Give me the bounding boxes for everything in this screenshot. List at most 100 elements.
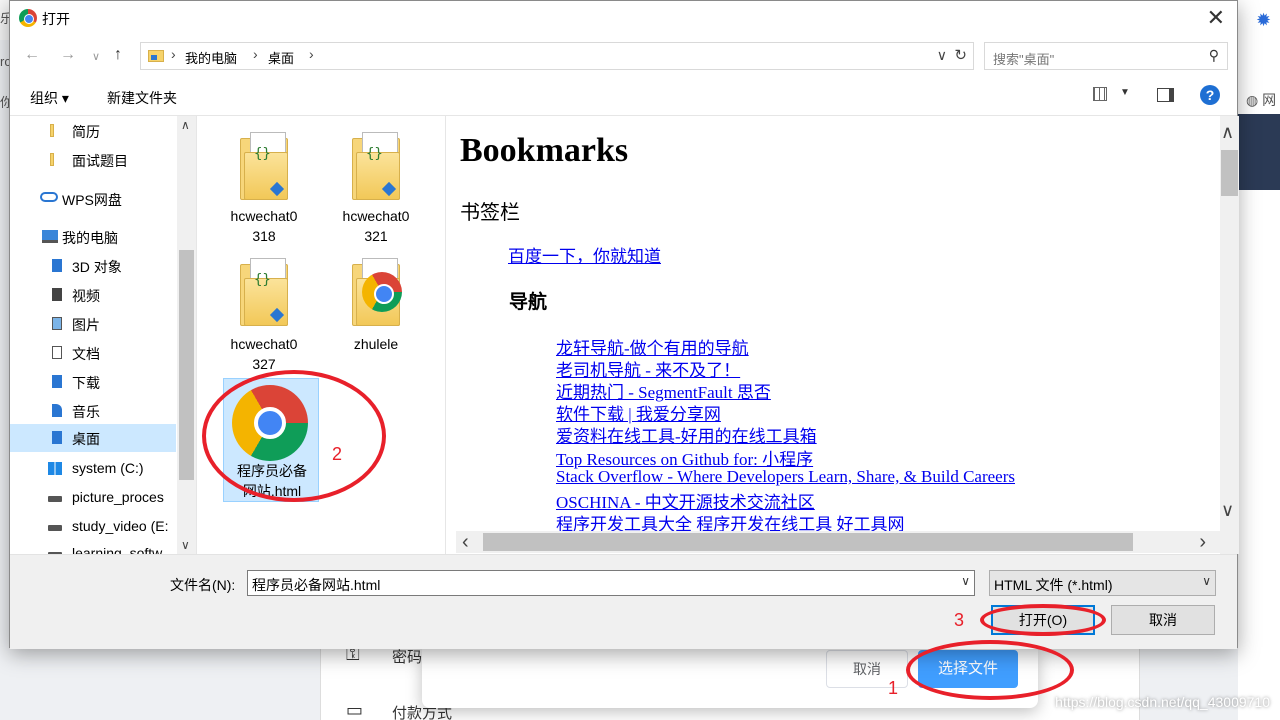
folder-icon — [50, 153, 54, 166]
drive-icon — [48, 496, 62, 502]
nav-item-music[interactable]: 音乐 — [10, 397, 176, 425]
filename-input[interactable]: 程序员必备网站.html ∨ — [247, 570, 975, 596]
chevron-down-icon[interactable]: ∨ — [961, 574, 970, 588]
nav-item-label: 面试题目 — [72, 153, 128, 169]
dialog-titlebar[interactable]: 打开 ✕ — [10, 1, 1237, 35]
search-input[interactable]: 搜索"桌面" ⚲ — [984, 42, 1228, 70]
nav-item-drive-picture[interactable]: picture_proces — [10, 484, 176, 512]
nav-item-drive-c[interactable]: system (C:) — [10, 455, 176, 483]
nav-item-label: learning_softw — [72, 545, 163, 554]
filetype-select[interactable]: HTML 文件 (*.html) ∨ — [989, 570, 1216, 596]
gear-icon[interactable]: ✹ — [1256, 10, 1271, 31]
preview-section-title: 书签栏 — [460, 202, 520, 224]
preview-heading: Bookmarks — [460, 132, 629, 169]
file-item[interactable]: {} hcwechat0 318 — [216, 132, 312, 250]
cancel-button[interactable]: 取消 — [1111, 605, 1215, 635]
nav-item-drive-learning[interactable]: learning_softw — [10, 540, 176, 554]
video-icon — [52, 288, 62, 301]
chevron-down-icon[interactable]: ∨ — [937, 47, 947, 64]
preview-subsection-title: 导航 — [509, 292, 548, 313]
scrollbar-thumb[interactable] — [179, 250, 194, 480]
preview-link[interactable]: 百度一下，你就知道 — [508, 242, 661, 267]
preview-link[interactable]: 爱资料在线工具-好用的在线工具箱 — [556, 422, 817, 447]
back-arrow-icon[interactable]: ← — [24, 46, 40, 64]
preview-link[interactable]: Stack Overflow - Where Developers Learn,… — [556, 467, 1015, 487]
breadcrumb-desktop[interactable]: 桌面 — [268, 48, 294, 67]
nav-item-pictures[interactable]: 图片 — [10, 310, 176, 338]
caret-down-icon[interactable]: ▼ — [1120, 87, 1130, 98]
nav-item-downloads[interactable]: 下载 — [10, 368, 176, 396]
filetype-value: HTML 文件 (*.html) — [994, 577, 1113, 593]
up-arrow-icon[interactable]: ↑ — [114, 46, 122, 64]
card-icon: ▭ — [346, 700, 364, 720]
search-icon[interactable]: ⚲ — [1209, 47, 1219, 64]
filename-value: 程序员必备网站.html — [252, 577, 381, 593]
nav-item-drive-study[interactable]: study_video (E: — [10, 513, 176, 541]
annotation-number: 3 — [954, 610, 965, 630]
annotation-number: 1 — [888, 678, 899, 698]
chevron-left-icon[interactable]: ‹ — [462, 531, 469, 554]
help-icon[interactable]: ? — [1200, 85, 1220, 105]
toolbar: 组织 ▾ 新建文件夹 ▼ ? — [10, 79, 1237, 113]
filename-label: 文件名(N): — [170, 577, 236, 593]
file-item[interactable]: {} hcwechat0 327 — [216, 258, 312, 376]
address-bar[interactable]: › 我的电脑 › 桌面 › ∨ ↻ — [140, 42, 974, 70]
navigation-row: ← → ∨ ↑ › 我的电脑 › 桌面 › ∨ ↻ 搜索"桌面" ⚲ — [10, 39, 1237, 73]
nav-item-video[interactable]: 视频 — [10, 281, 176, 309]
search-placeholder: 搜索"桌面" — [993, 52, 1055, 67]
chevron-up-icon[interactable]: ∧ — [181, 118, 190, 132]
close-icon[interactable]: ✕ — [1207, 5, 1225, 31]
chevron-down-icon[interactable]: ∨ — [1202, 574, 1211, 588]
forward-arrow-icon[interactable]: → — [60, 46, 76, 64]
nav-item-label: 我的电脑 — [62, 230, 118, 246]
chevron-up-icon[interactable]: ∧ — [1221, 122, 1234, 143]
chevron-right-icon[interactable]: › — [1199, 531, 1206, 554]
scrollbar-thumb[interactable] — [483, 533, 1133, 551]
scrollbar-thumb[interactable] — [1221, 150, 1238, 196]
chrome-icon — [19, 9, 37, 27]
nav-item-label: picture_proces — [72, 489, 164, 505]
nav-item-desktop[interactable]: 桌面 — [10, 424, 176, 452]
drive-icon — [48, 525, 62, 531]
nav-scrollbar[interactable]: ∧ ∨ — [177, 116, 196, 554]
file-name: hcwechat0 — [230, 336, 298, 352]
code-folder-icon: {} — [352, 132, 404, 204]
nav-item-interview[interactable]: 面试题目 — [10, 146, 176, 174]
chevron-right-icon[interactable]: › — [309, 46, 314, 62]
annotation-ellipse — [906, 640, 1074, 700]
chevron-right-icon[interactable]: › — [253, 46, 258, 62]
chevron-right-icon[interactable]: › — [171, 46, 176, 62]
new-folder-button[interactable]: 新建文件夹 — [107, 88, 177, 108]
nav-item-my-computer[interactable]: 我的电脑 — [10, 223, 176, 251]
nav-item-label: 3D 对象 — [72, 259, 122, 275]
refresh-icon[interactable]: ↻ — [954, 46, 967, 64]
background-text: 网 — [1262, 92, 1277, 108]
nav-item-label: study_video (E: — [72, 518, 169, 534]
nav-item-resume[interactable]: 简历 — [10, 117, 176, 145]
nav-item-3d-objects[interactable]: 3D 对象 — [10, 252, 176, 280]
preview-vertical-scrollbar[interactable]: ∧ ∨ — [1220, 116, 1239, 554]
file-item[interactable]: zhulele — [328, 258, 424, 358]
documents-icon — [52, 346, 62, 359]
preview-horizontal-scrollbar[interactable]: ‹ › — [456, 531, 1220, 553]
chrome-icon — [362, 272, 402, 312]
watermark: https://blog.csdn.net/qq_43009710 — [1055, 694, 1270, 710]
desktop-icon — [52, 431, 62, 444]
file-item[interactable]: {} hcwechat0 321 — [328, 132, 424, 250]
chevron-down-icon[interactable]: ∨ — [181, 538, 190, 552]
nav-item-wps-cloud[interactable]: WPS网盘 — [10, 185, 176, 213]
code-folder-icon: {} — [240, 258, 292, 330]
nav-item-label: 文档 — [72, 346, 100, 362]
nav-item-documents[interactable]: 文档 — [10, 339, 176, 367]
view-options-icon[interactable] — [1093, 87, 1107, 101]
recent-locations-chevron-icon[interactable]: ∨ — [92, 50, 100, 63]
file-name: hcwechat0 — [230, 208, 298, 224]
organize-menu[interactable]: 组织 ▾ — [30, 88, 69, 108]
breadcrumb-my-computer[interactable]: 我的电脑 — [185, 48, 237, 67]
preview-pane: Bookmarks 书签栏 百度一下，你就知道 导航 龙轩导航-做个有用的导航 … — [447, 116, 1220, 554]
preview-pane-icon[interactable] — [1157, 88, 1174, 102]
background-globe-item[interactable]: ◍ 网 — [1246, 90, 1280, 110]
background-row-label: 密码 — [392, 649, 423, 666]
chevron-down-icon[interactable]: ∨ — [1221, 500, 1234, 521]
3d-objects-icon — [52, 259, 62, 272]
